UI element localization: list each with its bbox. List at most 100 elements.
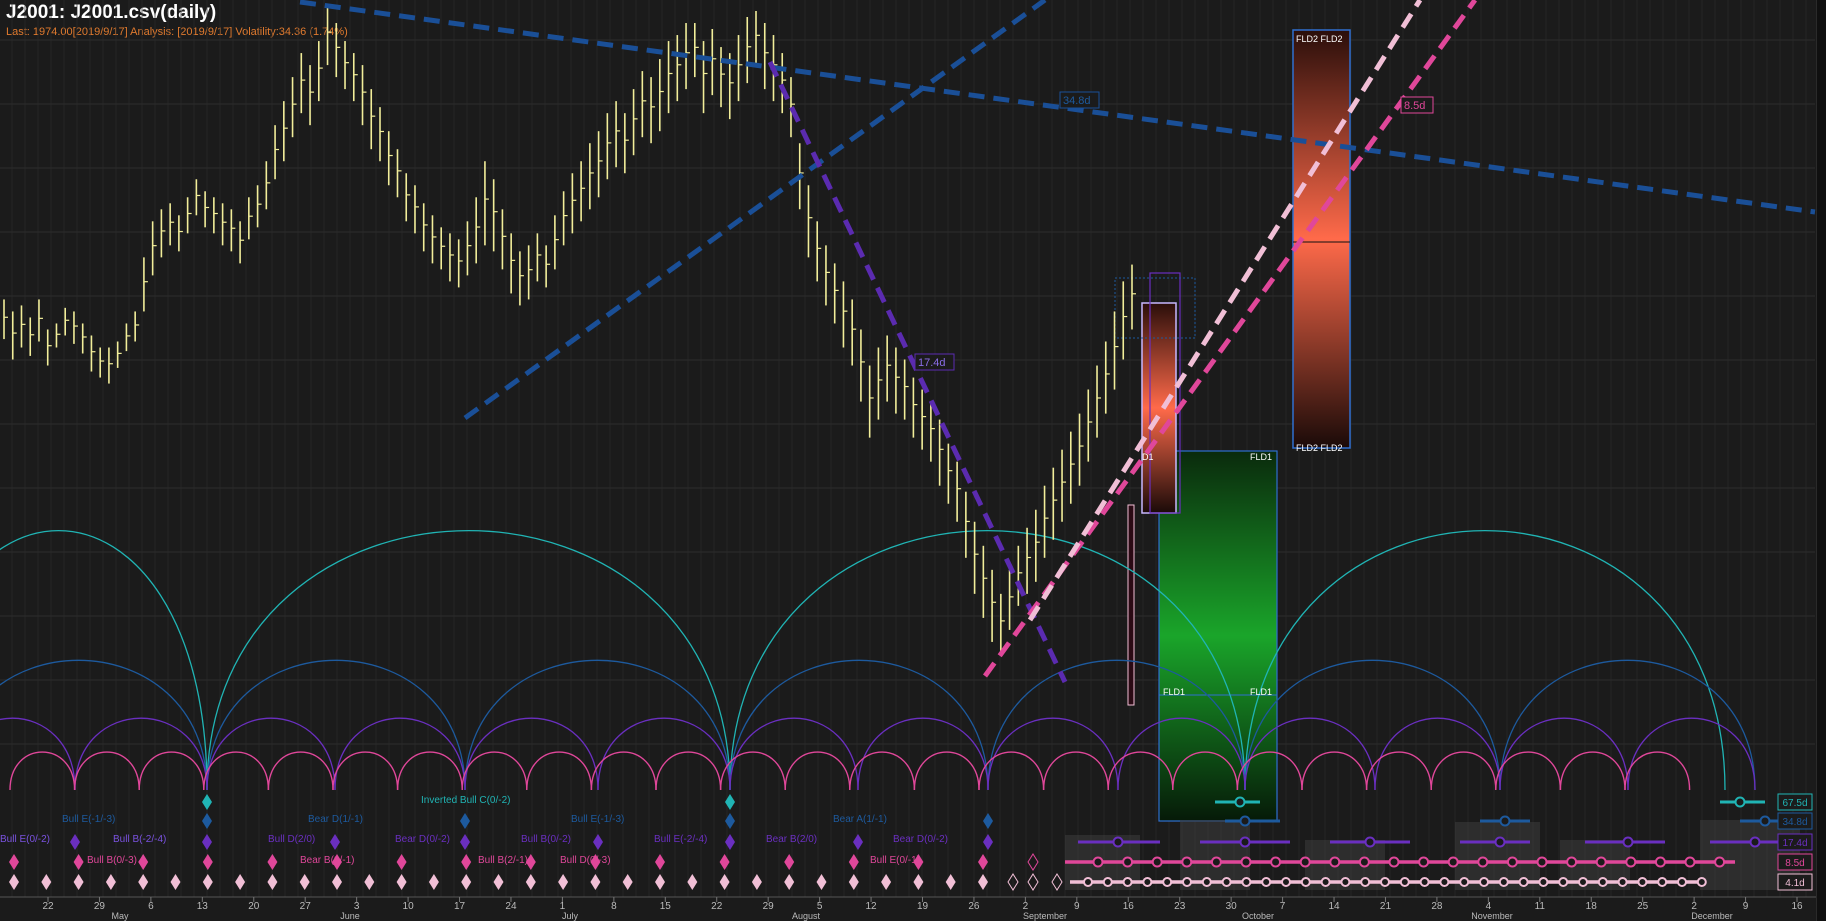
cycle-point-8-5d: [1595, 856, 1607, 868]
signal-label: Bull B(2/-1): [478, 855, 528, 866]
x-tick-label: 22: [711, 901, 723, 912]
signal-label: Bull B(0/-3): [87, 855, 137, 866]
cycle-point-4-1d: [1538, 877, 1549, 887]
cycle-point-8-5d: [1566, 856, 1578, 868]
cycle-point-34-8d: [1239, 815, 1251, 827]
cycle-low-marker-4-1d: [364, 874, 375, 890]
x-tick-label: 26: [968, 901, 980, 912]
cycle-chart[interactable]: 34.8d 17.4d 8.5d FLD2 FLD2 FLD2 FLD2 FLD1 FLD1…: [0, 0, 1826, 921]
cycle-low-marker-4-1d: [267, 874, 278, 890]
fld-label: FLD1: [1250, 452, 1272, 462]
cycle-low-marker-8-5d: [719, 854, 730, 870]
x-tick-label: 29: [763, 901, 775, 912]
cycle-low-marker-67-5d: [725, 794, 735, 810]
cycle-low-marker-17-4d: [593, 834, 603, 850]
cycle-arc-8-5d: [9, 751, 76, 791]
cycle-point-17-4d: [1749, 836, 1761, 848]
cycle-point-4-1d: [1617, 877, 1628, 887]
month-label: July: [562, 911, 579, 921]
cycle-point-4-1d: [1518, 877, 1529, 887]
cycle-point-17-4d: [1494, 836, 1506, 848]
cycle-low-marker-17-4d: [70, 834, 80, 850]
cycle-low-marker-17-4d: [202, 834, 212, 850]
cycle-point-8-5d: [1684, 856, 1696, 868]
cycle-low-marker-4-1d: [170, 874, 181, 890]
signal-label: Bear B(2/0): [766, 834, 817, 845]
cycle-low-marker-4-1d: [622, 874, 633, 890]
trendlines: [299, 0, 1816, 684]
cycle-low-marker-4-1d: [590, 874, 601, 890]
cycle-low-marker-4-1d: [655, 874, 665, 890]
cycle-low-marker-4-1d: [332, 874, 342, 890]
signal-label: Bear B(0/-1): [300, 855, 354, 866]
signal-label: Bull E(0/-2): [0, 834, 50, 845]
cycle-point-4-1d: [1083, 877, 1093, 887]
month-label: May: [111, 911, 129, 921]
fld-small-envelope: [1141, 302, 1177, 514]
cycle-arc-8-5d: [396, 751, 463, 791]
projected-low-marker-4-1d: [1027, 873, 1039, 891]
x-tick-label: 28: [1431, 901, 1443, 912]
cycle-arc-8-5d: [1559, 751, 1626, 791]
cycle-point-8-5d: [1418, 856, 1430, 868]
signal-label: Bull B(0/-2): [521, 834, 571, 845]
cycle-low-marker-34-8d: [460, 813, 470, 829]
fld-label: FLD2 FLD2: [1296, 34, 1343, 44]
cycle-point-4-1d: [1360, 877, 1371, 887]
cycle-low-marker-17-4d: [460, 834, 470, 850]
cycle-point-8-5d: [1151, 856, 1163, 868]
x-tick-label: 25: [1637, 901, 1649, 912]
cycle-point-8-5d: [1447, 856, 1459, 868]
cycle-arc-17-4d: [729, 717, 859, 791]
signal-label: Bull E(-1/-3): [571, 814, 624, 825]
x-tick-label: 9: [1074, 901, 1080, 912]
fld-label: FLD2 FLD2: [1296, 443, 1343, 453]
cycle-arc-8-5d: [73, 751, 140, 791]
signal-label: Bear D(0/-2): [395, 834, 450, 845]
cycle-low-marker-4-1d: [558, 874, 569, 890]
month-label: August: [792, 911, 821, 921]
cycle-arc-67-5d: [1244, 530, 1726, 791]
x-tick-label: 6: [148, 901, 154, 912]
cycle-arc-17-4d: [857, 717, 989, 791]
cycle-point-8-5d: [1299, 856, 1311, 868]
cycle-point-8-5d: [1477, 856, 1489, 868]
cycle-point-8-5d: [1092, 856, 1104, 868]
cycle-badge-label: 4.1d: [1785, 878, 1804, 889]
cycle-badge-label: 17.4d: [1782, 838, 1807, 849]
cycle-low-marker-34-8d: [983, 813, 993, 829]
cycle-point-8-5d: [1240, 856, 1252, 868]
trendline-34-8d-upper: [299, 0, 1816, 215]
x-tick-label: 14: [1328, 901, 1340, 912]
x-tick-label: 18: [1586, 901, 1598, 912]
signal-label: Bull E(0/-1): [870, 855, 920, 866]
cycle-low-marker-8-5d: [73, 854, 84, 870]
trendline-label: 8.5d: [1404, 100, 1425, 112]
fld-label: FLD1: [1250, 687, 1272, 697]
cycle-point-4-1d: [1102, 877, 1113, 887]
cycle-low-marker-4-1d: [719, 874, 730, 890]
x-tick-label: 21: [1380, 901, 1392, 912]
cycle-low-marker-4-1d: [525, 874, 536, 890]
cycle-point-8-5d: [1714, 856, 1726, 868]
x-tick-label: 24: [505, 901, 517, 912]
month-label: September: [1023, 911, 1067, 921]
month-label: June: [340, 911, 360, 921]
cycle-low-marker-4-1d: [978, 874, 988, 890]
cycle-arc-8-5d: [332, 751, 399, 791]
x-tick-label: 8: [611, 901, 617, 912]
x-tick-label: 29: [94, 901, 106, 912]
cycle-low-marker-8-5d: [9, 854, 19, 870]
projected-low-marker-4-1d: [1051, 873, 1063, 891]
cycle-point-8-5d: [1122, 856, 1134, 868]
cycle-badge-label: 8.5d: [1785, 858, 1804, 869]
cycle-point-4-1d: [1300, 877, 1311, 887]
vertical-scrollbar[interactable]: [1816, 0, 1826, 921]
cycle-low-marker-8-5d: [461, 854, 472, 870]
cycle-point-4-1d: [1122, 877, 1133, 887]
cycle-point-34-8d: [1499, 815, 1511, 827]
x-tick-label: 30: [1226, 901, 1238, 912]
cycle-point-8-5d: [1270, 856, 1282, 868]
cycle-point-4-1d: [1399, 877, 1410, 887]
cycle-low-marker-8-5d: [784, 854, 795, 870]
